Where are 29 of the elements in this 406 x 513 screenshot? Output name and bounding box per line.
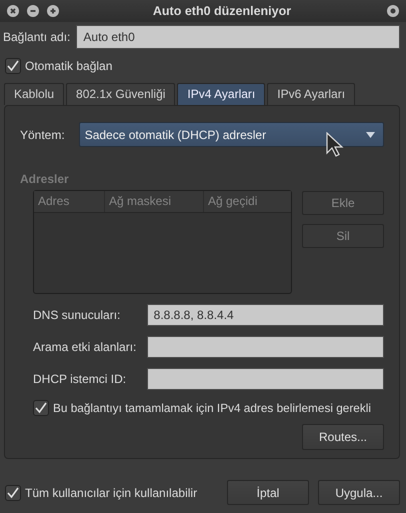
- checkbox-label: Otomatik bağlan: [25, 59, 112, 73]
- input-field[interactable]: [146, 368, 384, 390]
- dropdown[interactable]: Sadece otomatik (DHCP) adresler: [78, 122, 384, 147]
- button[interactable]: Uygula...: [318, 480, 400, 505]
- section-heading: Adresler: [20, 172, 70, 186]
- tab[interactable]: IPv4 Ayarları: [177, 83, 266, 105]
- field-label: Arama etki alanları:: [33, 340, 138, 354]
- field-label: DHCP istemci ID:: [33, 372, 128, 386]
- checkbox[interactable]: [5, 58, 21, 74]
- checkbox-label: Bu bağlantıyı tamamlamak için IPv4 adres belirlemesi gerekli: [53, 401, 371, 415]
- routes-button[interactable]: Routes...: [302, 424, 384, 450]
- minimize-icon[interactable]: [26, 4, 40, 18]
- checkbox[interactable]: [33, 400, 49, 416]
- tab[interactable]: 802.1x Güvenliği: [66, 83, 176, 105]
- caret-icon: [366, 132, 375, 138]
- input-field[interactable]: 8.8.8.8, 8.8.4.4: [146, 304, 384, 326]
- checkbox-label: Tüm kullanıcılar için kullanılabilir: [25, 486, 198, 500]
- tab[interactable]: Kablolu: [4, 83, 64, 105]
- input-field[interactable]: [146, 336, 384, 358]
- window-title: Auto eth0 düzenleniyor: [152, 4, 292, 18]
- tab[interactable]: IPv6 Ayarları: [267, 83, 356, 105]
- maximize-icon[interactable]: [46, 4, 60, 18]
- field-label: Bağlantı adı:: [3, 30, 70, 44]
- field-label: DNS sunucuları:: [33, 308, 122, 322]
- input-field[interactable]: Auto eth0: [76, 25, 400, 49]
- close-icon[interactable]: [6, 4, 20, 18]
- button[interactable]: İptal: [227, 480, 309, 505]
- checkbox[interactable]: [5, 484, 21, 500]
- field-label: Yöntem:: [20, 128, 65, 142]
